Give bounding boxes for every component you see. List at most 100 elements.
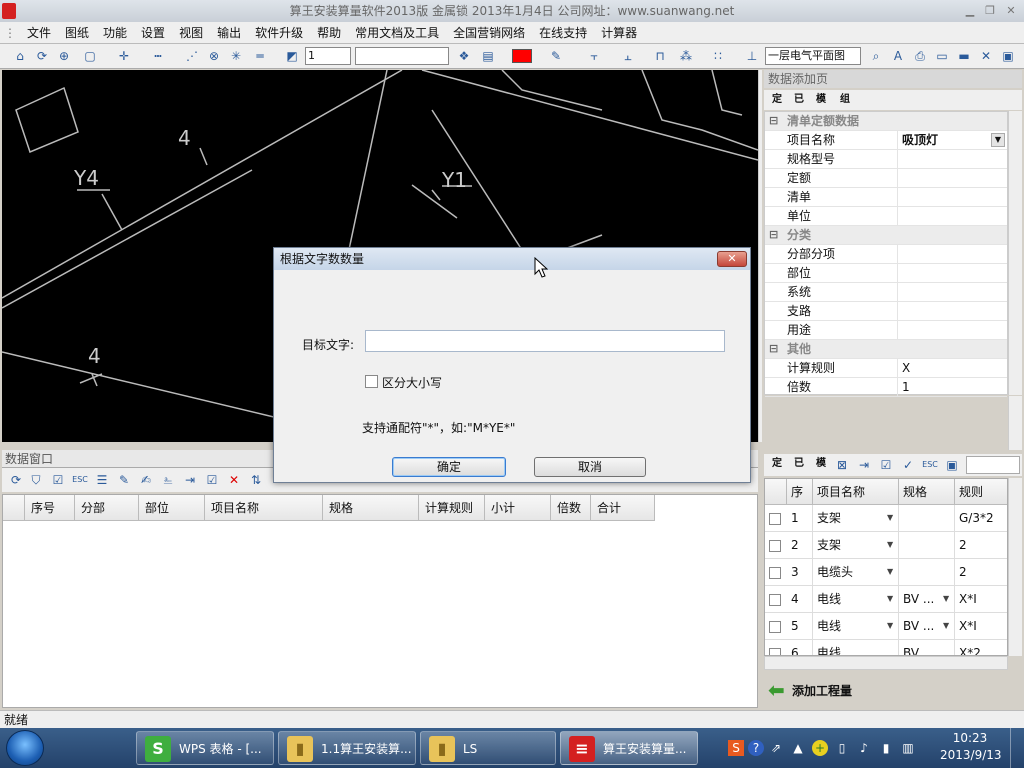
row-checkbox[interactable] [769, 540, 781, 552]
battery-icon[interactable]: ▥ [900, 740, 916, 756]
help-icon[interactable]: ? [748, 740, 764, 756]
bridge-icon[interactable]: ⊓ [652, 48, 668, 64]
delete-icon[interactable]: ✕ [226, 472, 242, 488]
tab-quota[interactable]: 定 [768, 456, 786, 472]
column-header[interactable]: 倍数 [551, 495, 591, 521]
plus-icon[interactable]: + [812, 740, 828, 756]
column-header[interactable]: 部位 [139, 495, 205, 521]
add-quantity-button[interactable]: ⬅ 添加工程量 [768, 676, 928, 704]
table-row[interactable]: 2 支架 ▼ 2 [765, 532, 1007, 559]
esc-icon[interactable]: ESC [72, 472, 88, 488]
dropdown-arrow-icon[interactable]: ▼ [991, 133, 1005, 147]
minimize-button[interactable]: ▁ [962, 4, 978, 18]
ime-mode-icon[interactable]: ⇗ [768, 740, 784, 756]
insert-row-icon[interactable]: ⇥ [856, 457, 872, 473]
delete-row-icon[interactable]: ⊠ [834, 457, 850, 473]
network-icon[interactable]: ▮ [878, 740, 894, 756]
taskbar-clock[interactable]: 10:23 2013/9/13 [940, 730, 1002, 766]
taskbar-item-wps[interactable]: S WPS 表格 - [... [136, 731, 274, 765]
close-button[interactable]: ✕ [1003, 4, 1019, 18]
collapse-icon[interactable]: ⊟ [769, 115, 779, 126]
table-row[interactable]: 1 支架 ▼ G/3*2 [765, 505, 1007, 532]
export-icon[interactable]: ⎙ [912, 48, 928, 64]
edit-all-icon[interactable]: ✍ [138, 472, 154, 488]
layer-name-combo[interactable] [355, 47, 449, 65]
sort-icon[interactable]: ⇅ [248, 472, 264, 488]
polyline-icon[interactable]: ⋰ [184, 48, 200, 64]
ruler-icon[interactable]: ▬ [956, 48, 972, 64]
dots-icon[interactable]: ∷ [710, 48, 726, 64]
pipe-tf-icon[interactable]: ⫠ [620, 48, 636, 64]
property-row[interactable]: 倍数 1 [765, 378, 1007, 397]
underline-icon[interactable]: ⎁ [160, 472, 176, 488]
dialog-close-button[interactable]: ✕ [717, 251, 747, 267]
column-header[interactable]: 计算规则 [419, 495, 485, 521]
row-checkbox[interactable] [769, 621, 781, 633]
check-all-icon[interactable]: ☑ [878, 457, 894, 473]
pen-icon[interactable]: ✎ [548, 48, 564, 64]
rectangle-select-icon[interactable]: ▢ [82, 48, 98, 64]
page-icon[interactable]: ▭ [934, 48, 950, 64]
collapse-icon[interactable]: ⊟ [769, 229, 779, 240]
device-icon[interactable]: ▯ [834, 740, 850, 756]
property-row[interactable]: 计算规则 X [765, 359, 1007, 378]
collapse-icon[interactable]: ⊟ [769, 343, 779, 354]
layer-icon[interactable]: ◩ [284, 48, 300, 64]
taskbar-item-suanwang[interactable]: ≡ 算王安装算量... [560, 731, 698, 765]
grid-snap-icon[interactable]: ✳ [228, 48, 244, 64]
menu-calculator[interactable]: 计算器 [594, 23, 644, 43]
dropdown-arrow-icon[interactable]: ▼ [887, 621, 893, 630]
edit-icon[interactable]: ✎ [116, 472, 132, 488]
item-list-hscrollbar[interactable] [764, 656, 1008, 670]
start-button[interactable] [6, 730, 44, 766]
tab-quota[interactable]: 定 [768, 92, 786, 108]
snap-icon[interactable]: ⊗ [206, 48, 222, 64]
menu-settings[interactable]: 设置 [134, 23, 172, 43]
text-style-icon[interactable]: ▤ [480, 48, 496, 64]
tab-group[interactable]: 组 [836, 92, 854, 108]
column-header[interactable]: 分部 [75, 495, 139, 521]
list-check-icon[interactable]: ☰ [94, 472, 110, 488]
tools-icon[interactable]: ✕ [978, 48, 994, 64]
column-header[interactable]: 序 [787, 479, 813, 505]
menu-help[interactable]: 帮助 [310, 23, 348, 43]
volume-icon[interactable]: ♪ [856, 740, 872, 756]
confirm-icon[interactable]: ✓ [900, 457, 916, 473]
column-header[interactable]: 项目名称 [813, 479, 899, 505]
target-text-input[interactable] [365, 330, 725, 352]
property-row[interactable]: 用途 [765, 321, 1007, 340]
panel-scrollbar[interactable] [1008, 396, 1022, 450]
dropdown-arrow-icon[interactable]: ▼ [887, 540, 893, 549]
menu-online-support[interactable]: 在线支持 [532, 23, 594, 43]
ok-button[interactable]: 确定 [392, 457, 506, 477]
row-checkbox[interactable] [769, 648, 781, 655]
case-sensitive-label[interactable]: 区分大小写 [382, 374, 442, 391]
filter-icon[interactable]: ⛉ [28, 472, 44, 488]
row-checkbox[interactable] [769, 513, 781, 525]
tab-existing[interactable]: 已 [790, 456, 808, 472]
property-category[interactable]: ⊟ 其他 [765, 340, 1007, 359]
floor-plan-combo[interactable]: 一层电气平面图 [765, 47, 861, 65]
matrix-icon[interactable]: ⁂ [678, 48, 694, 64]
layer-number-combo[interactable]: 1 [305, 47, 351, 65]
show-desktop-button[interactable] [1010, 728, 1024, 768]
check-icon[interactable]: ☑ [50, 472, 66, 488]
property-row[interactable]: 清单 [765, 188, 1007, 207]
refresh-icon[interactable]: ⟳ [34, 48, 50, 64]
text-count-icon[interactable]: A [890, 48, 906, 64]
pipe-dn-icon[interactable]: ⫟ [586, 48, 602, 64]
column-header[interactable]: 规格 [899, 479, 955, 505]
column-header[interactable]: 合计 [591, 495, 655, 521]
table-row[interactable]: 4 电线 ▼ BV ... ▼ X*I [765, 586, 1007, 613]
menu-docs-tools[interactable]: 常用文档及工具 [348, 23, 446, 43]
dropdown-arrow-icon[interactable]: ▼ [887, 594, 893, 603]
property-row[interactable]: 单位 [765, 207, 1007, 226]
indent-icon[interactable]: ⇥ [182, 472, 198, 488]
property-row[interactable]: 分部分项 [765, 245, 1007, 264]
property-grid-scrollbar[interactable] [1008, 111, 1022, 395]
column-header[interactable]: 序号 [25, 495, 75, 521]
window-icon[interactable]: ▣ [1000, 48, 1016, 64]
restore-button[interactable]: ❐ [982, 4, 998, 18]
dropdown-arrow-icon[interactable]: ▼ [943, 621, 949, 630]
property-row[interactable]: 部位 [765, 264, 1007, 283]
